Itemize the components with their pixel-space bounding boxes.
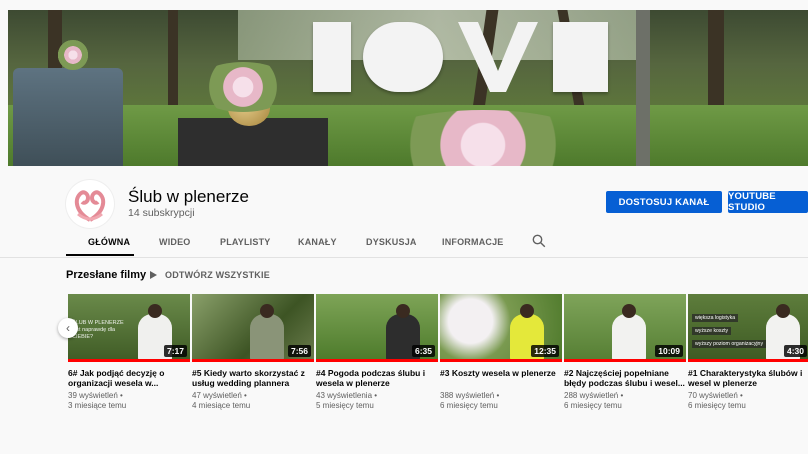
- video-title[interactable]: #2 Najczęściej popełniane błędy podczas …: [564, 368, 686, 388]
- video-card[interactable]: 7:56 #5 Kiedy warto skorzystać z usług w…: [192, 294, 314, 411]
- video-duration: 6:35: [411, 345, 435, 357]
- tab-channels[interactable]: KANAŁY: [298, 235, 337, 259]
- video-thumbnail[interactable]: 10:09: [564, 294, 686, 362]
- video-views: 39 wyświetleń •: [68, 391, 123, 400]
- video-age: 3 miesiące temu: [68, 401, 127, 410]
- video-card[interactable]: 12:35 #3 Koszty wesela w plenerze 388 wy…: [440, 294, 562, 411]
- video-thumbnail[interactable]: 7:56: [192, 294, 314, 362]
- video-views: 43 wyświetlenia •: [316, 391, 378, 400]
- tab-discussion[interactable]: DYSKUSJA: [366, 235, 417, 259]
- play-all-label: ODTWÓRZ WSZYSTKIE: [165, 270, 270, 280]
- video-thumbnail[interactable]: większa logistyka wyższe koszty wyższy p…: [688, 294, 808, 362]
- video-views: 47 wyświetleń •: [192, 391, 247, 400]
- video-duration: 7:17: [163, 345, 187, 357]
- video-title[interactable]: #3 Koszty wesela w plenerze: [440, 368, 562, 388]
- channel-banner: [8, 10, 808, 166]
- video-thumbnail[interactable]: ŚLUB W PLENERZE jest naprawdę dla CIEBIE? …: [68, 294, 190, 362]
- video-duration: 12:35: [531, 345, 559, 357]
- video-card[interactable]: 10:09 #2 Najczęściej popełniane błędy po…: [564, 294, 686, 411]
- video-card[interactable]: ŚLUB W PLENERZE jest naprawdę dla CIEBIE? …: [68, 294, 190, 411]
- tab-videos[interactable]: WIDEO: [159, 235, 191, 259]
- subscriber-count: 14 subskrypcji: [128, 207, 195, 219]
- shelf-title[interactable]: Przesłane filmy: [66, 269, 146, 281]
- play-all-button[interactable]: ODTWÓRZ WSZYSTKIE: [150, 270, 270, 280]
- customize-channel-button[interactable]: DOSTOSUJ KANAŁ: [606, 191, 722, 213]
- video-views: 70 wyświetleń •: [688, 391, 743, 400]
- video-duration: 10:09: [655, 345, 683, 357]
- video-views: 288 wyświetleń •: [564, 391, 624, 400]
- video-thumbnail[interactable]: 12:35: [440, 294, 562, 362]
- play-icon: [150, 271, 157, 279]
- youtube-studio-button[interactable]: YOUTUBE STUDIO: [728, 191, 808, 213]
- video-title[interactable]: 6# Jak podjąć decyzję o organizacji wese…: [68, 368, 190, 388]
- video-age: 6 miesięcy temu: [440, 401, 498, 410]
- overlay-box: wyższy poziom organizacyjny: [692, 340, 767, 348]
- video-duration: 7:56: [287, 345, 311, 357]
- tab-playlists[interactable]: PLAYLISTY: [220, 235, 270, 259]
- video-card[interactable]: 6:35 #4 Pogoda podczas ślubu i wesela w …: [316, 294, 438, 411]
- overlay-box: większa logistyka: [692, 314, 739, 322]
- video-title[interactable]: #1 Charakterystyka ślubów i wesel w plen…: [688, 368, 808, 388]
- channel-name: Ślub w plenerze: [128, 187, 249, 206]
- video-title[interactable]: #4 Pogoda podczas ślubu i wesela w plene…: [316, 368, 438, 388]
- video-duration: 4:30: [783, 345, 807, 357]
- video-age: 6 miesięcy temu: [688, 401, 746, 410]
- video-card[interactable]: większa logistyka wyższe koszty wyższy p…: [688, 294, 808, 411]
- video-views: 388 wyświetleń •: [440, 391, 500, 400]
- video-age: 6 miesięcy temu: [564, 401, 622, 410]
- video-title[interactable]: #5 Kiedy warto skorzystać z usług weddin…: [192, 368, 314, 388]
- chevron-left-icon[interactable]: ‹: [58, 318, 78, 338]
- channel-avatar[interactable]: [66, 180, 114, 228]
- video-age: 4 miesiące temu: [192, 401, 251, 410]
- overlay-box: wyższe koszty: [692, 327, 732, 335]
- video-thumbnail[interactable]: 6:35: [316, 294, 438, 362]
- active-tab-indicator: [66, 254, 134, 256]
- search-icon[interactable]: [532, 234, 546, 253]
- tab-about[interactable]: INFORMACJE: [442, 235, 504, 259]
- video-age: 5 miesięcy temu: [316, 401, 374, 410]
